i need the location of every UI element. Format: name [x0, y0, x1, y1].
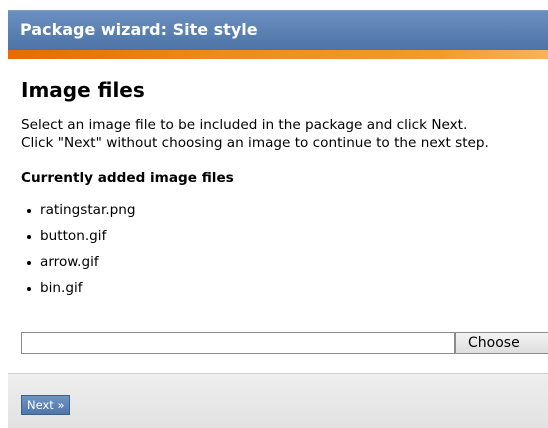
choose-file-button[interactable]: Choose — [455, 332, 548, 354]
list-item: arrow.gif — [21, 249, 136, 275]
file-name: arrow.gif — [40, 254, 99, 270]
list-item: button.gif — [21, 223, 136, 249]
instructions: Select an image file to be included in t… — [21, 116, 489, 152]
file-name: button.gif — [40, 228, 107, 244]
added-files-heading: Currently added image files — [21, 170, 234, 186]
next-button[interactable]: Next » — [21, 395, 71, 415]
bullet-icon — [27, 287, 31, 291]
file-path-input[interactable] — [21, 332, 455, 354]
content-panel: Image files Select an image file to be i… — [8, 59, 548, 373]
accent-stripe — [8, 50, 548, 59]
title-bar: Package wizard: Site style — [8, 10, 548, 50]
list-item: ratingstar.png — [21, 197, 136, 223]
bullet-icon — [27, 209, 31, 213]
window-title: Package wizard: Site style — [20, 20, 258, 39]
bullet-icon — [27, 235, 31, 239]
footer-bar: Next » — [8, 373, 548, 428]
instruction-line: Click "Next" without choosing an image t… — [21, 135, 489, 151]
list-item: bin.gif — [21, 275, 136, 301]
page-heading: Image files — [21, 78, 145, 102]
instruction-line: Select an image file to be included in t… — [21, 117, 468, 133]
file-name: bin.gif — [40, 280, 83, 296]
bullet-icon — [27, 261, 31, 265]
image-file-list: ratingstar.png button.gif arrow.gif bin.… — [21, 197, 136, 301]
file-name: ratingstar.png — [40, 202, 136, 218]
package-wizard-window: Package wizard: Site style Image files S… — [0, 0, 548, 428]
